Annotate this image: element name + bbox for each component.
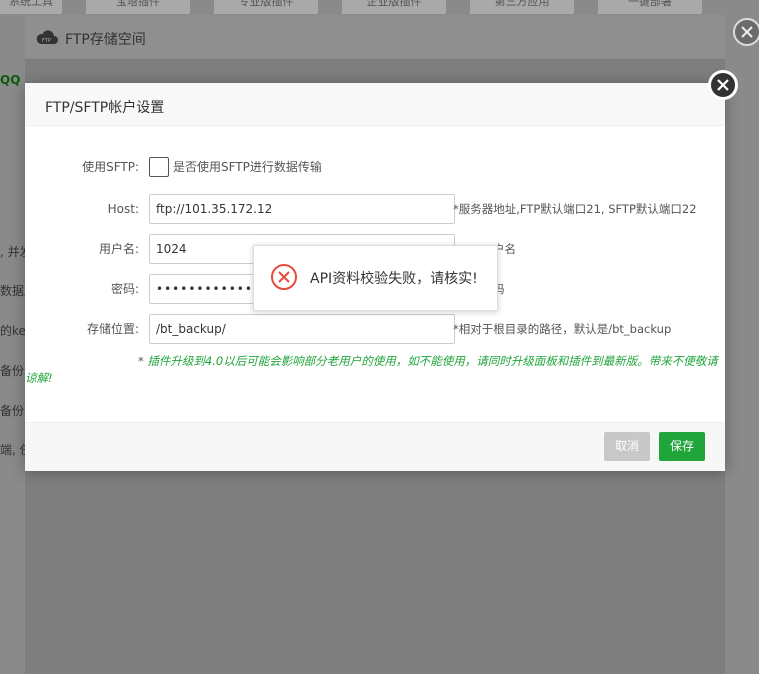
- storage-hint: *相对于根目录的路径，默认是/bt_backup: [453, 322, 672, 336]
- background-text: 数据库: [0, 284, 25, 298]
- dialog-footer: 取消 保存: [25, 422, 725, 471]
- background-text: 备份到: [0, 364, 25, 378]
- save-button[interactable]: 保存: [659, 432, 705, 461]
- host-hint: *服务器地址,FTP默认端口21, SFTP默认端口22: [453, 202, 697, 216]
- host-row: Host: ftp://101.35.172.12 *服务器地址,FTP默认端口…: [25, 194, 725, 224]
- storage-label: 存储位置:: [86, 322, 139, 336]
- dialog-title: FTP/SFTP帐户设置: [45, 100, 165, 116]
- upgrade-notice: * 插件升级到4.0以后可能会影响部分老用户的使用，如不能使用，请同时升级面板和…: [25, 353, 725, 387]
- background-tab: 一键部署: [598, 0, 702, 14]
- password-label: 密码:: [110, 282, 139, 296]
- host-label: Host:: [107, 202, 139, 216]
- ftp-panel-close-button[interactable]: [733, 18, 759, 46]
- background-tab-bar: 系统工具 宝塔插件 专业版插件 企业版插件 第三方应用 一键部署: [0, 0, 759, 14]
- toast-message: API资料校验失败，请核实!: [310, 271, 478, 287]
- dialog-close-button[interactable]: [708, 70, 738, 100]
- notice-star: *: [138, 354, 144, 368]
- sftp-checkbox[interactable]: [149, 157, 169, 177]
- background-tab: 宝塔插件: [86, 0, 190, 14]
- sftp-checkbox-label: 是否使用SFTP进行数据传输: [173, 160, 322, 174]
- background-text: 备份到: [0, 404, 25, 418]
- close-icon: [717, 79, 729, 91]
- error-circle-icon: [271, 264, 297, 290]
- background-left-strip: QQ , 并发 数据库 的key 备份到 备份到 端, 任: [0, 60, 25, 674]
- background-green-text: QQ: [0, 73, 21, 87]
- sftp-row: 使用SFTP: 是否使用SFTP进行数据传输: [25, 154, 725, 184]
- background-text: 的key: [0, 324, 25, 338]
- username-label: 用户名:: [98, 242, 139, 256]
- background-tab: 系统工具: [0, 0, 62, 14]
- ftp-panel-header: FTP FTP存储空间: [25, 15, 725, 60]
- background-text: , 并发: [0, 245, 25, 259]
- sftp-label: 使用SFTP:: [82, 160, 139, 174]
- cancel-button[interactable]: 取消: [604, 432, 650, 461]
- background-tab: 第三方应用: [470, 0, 574, 14]
- notice-text: 插件升级到4.0以后可能会影响部分老用户的使用，如不能使用，请同时升级面板和插件…: [25, 354, 718, 385]
- storage-row: 存储位置: /bt_backup/ *相对于根目录的路径，默认是/bt_back…: [25, 314, 725, 344]
- dialog-header: FTP/SFTP帐户设置: [25, 83, 725, 126]
- cloud-ftp-icon: FTP: [36, 30, 58, 44]
- error-toast: API资料校验失败，请核实!: [253, 245, 498, 311]
- close-icon: [741, 26, 753, 38]
- background-tab: 企业版插件: [342, 0, 446, 14]
- host-input[interactable]: ftp://101.35.172.12: [149, 194, 455, 224]
- background-text: 端, 任: [0, 443, 25, 457]
- background-tab: 专业版插件: [214, 0, 318, 14]
- storage-input[interactable]: /bt_backup/: [149, 314, 455, 344]
- ftp-panel-title: FTP存储空间: [65, 32, 146, 48]
- svg-text:FTP: FTP: [42, 38, 51, 44]
